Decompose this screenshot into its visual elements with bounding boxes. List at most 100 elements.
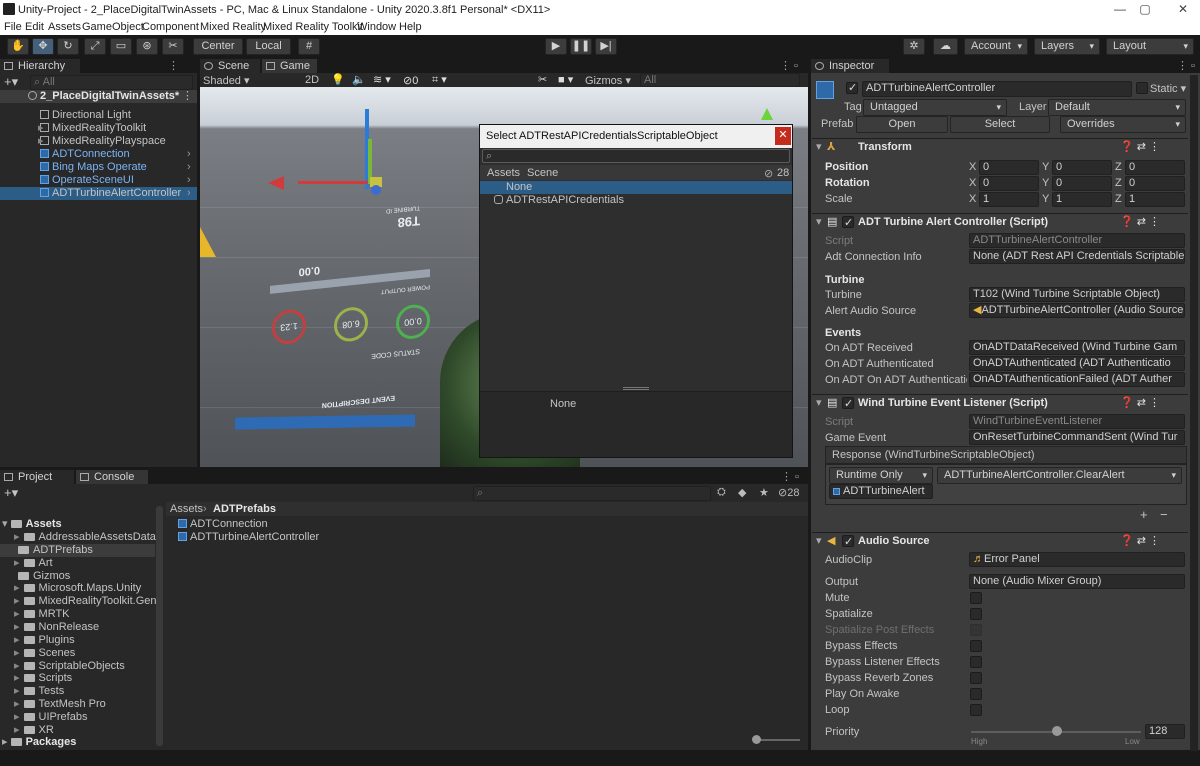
custom-tool-icon[interactable]: ✂ [162,38,184,55]
file-adtconnection[interactable]: ADTConnection [178,518,268,531]
hidden-packages-icon[interactable]: ⊘ [764,167,773,180]
method-dropdown[interactable]: ADTTurbineAlertController.ClearAlert [937,467,1182,484]
menu-edit[interactable]: Edit [25,21,44,33]
tree-packages-root[interactable]: ▸ Packages [2,736,162,749]
scene-menu-icon[interactable]: ⋮ ▫ [780,59,798,72]
hierarchy-search-input[interactable]: ⌕ All [30,75,193,90]
tag-dropdown[interactable]: Untagged [863,99,1007,116]
tree-folder[interactable]: ▸ Scenes [0,647,155,660]
output-field[interactable]: None (Audio Mixer Group) [969,574,1185,589]
shading-dropdown[interactable]: Shaded ▾ [203,74,250,87]
transform-header[interactable]: ▾ ⅄ Transform ❓ ⇄ ⋮ [812,138,1188,155]
tree-folder[interactable]: ▸ Microsoft.Maps.Unity [0,582,155,595]
transform-y-input[interactable]: 0 [1052,176,1112,191]
on-adt-auth-failed-field[interactable]: OnADTAuthenticationFailed (ADT Auther [969,372,1185,387]
pivot-center-button[interactable]: Center [193,38,243,55]
chevron-right-icon[interactable]: › [187,174,191,187]
close-icon[interactable]: ✕ [1168,1,1198,18]
dialog-item-none[interactable]: None [480,181,792,194]
inspector-menu-icon[interactable]: ⋮ ▫ [1177,59,1195,72]
event-listener-enabled-checkbox[interactable] [842,396,854,412]
step-button[interactable]: ▶| [595,38,617,55]
menu-component[interactable]: Component [142,21,199,33]
rotate-tool-icon[interactable]: ↻ [57,38,79,55]
transform-x-input[interactable]: 1 [979,192,1039,207]
rect-tool-icon[interactable]: ▭ [110,38,132,55]
hierarchy-item[interactable]: ADTConnection › [0,148,197,161]
audio-toggle-checkbox[interactable] [970,704,982,716]
audio-toggle-checkbox[interactable] [970,688,982,700]
on-adt-received-field[interactable]: OnADTDataReceived (Wind Turbine Gam [969,340,1185,355]
prefab-open-button[interactable]: Open [856,116,948,133]
menu-help[interactable]: Help [399,21,422,33]
breadcrumb-assets[interactable]: Assets [170,503,203,515]
transform-tool-icon[interactable]: ⊛ [136,38,158,55]
transform-z-input[interactable]: 1 [1125,192,1185,207]
hidden-packages-icon[interactable]: ⊘28 [778,486,799,499]
tab-project[interactable]: Project [0,470,74,484]
static-checkbox[interactable] [1136,82,1148,94]
adt-connection-field[interactable]: None (ADT Rest API Credentials Scriptabl… [969,249,1185,264]
orientation-y-icon[interactable] [761,108,773,120]
dialog-search-input[interactable]: ⌕ [482,149,790,163]
tree-folder[interactable]: ▸ Art [0,557,155,570]
audio-icon[interactable]: 🔈 [352,73,366,86]
transform-y-input[interactable]: 1 [1052,192,1112,207]
active-checkbox[interactable] [846,81,858,94]
tree-folder[interactable]: ADTPrefabs [0,543,155,557]
help-icon[interactable]: ❓ ⇄ ⋮ [1120,214,1160,230]
prefab-select-button[interactable]: Select [950,116,1050,133]
lighting-icon[interactable]: 💡 [331,73,345,86]
response-target-field[interactable]: ADTTurbineAlert [829,484,933,499]
transform-x-input[interactable]: 0 [979,176,1039,191]
project-add-icon[interactable]: +▾ [4,485,18,501]
tree-folder[interactable]: ▸ NonRelease [0,621,155,634]
tree-folder[interactable]: ▸ Plugins [0,634,155,647]
tab-console[interactable]: Console [76,470,148,484]
audio-toggle-checkbox[interactable] [970,656,982,668]
tab-scene[interactable]: Scene [200,59,260,73]
dialog-tab-scene[interactable]: Scene [527,167,558,179]
hierarchy-item[interactable]: Bing Maps Operate › [0,161,197,174]
hierarchy-item[interactable]: ▸ MixedRealityToolkit [0,122,197,135]
chevron-right-icon[interactable]: › [187,187,191,200]
panel-menu-icon[interactable]: ⋮ [168,59,179,72]
camera-icon[interactable]: ■ ▾ [558,73,573,86]
effects-icon[interactable]: ≋ ▾ [373,73,391,86]
splitter-handle-icon[interactable] [623,387,649,390]
filter-label-icon[interactable]: ◆ [738,486,746,499]
turbine-field[interactable]: T102 (Wind Turbine Scriptable Object) [969,287,1185,302]
collab-icon[interactable]: ✲ [903,38,925,55]
tab-inspector[interactable]: Inspector [811,59,889,73]
scene-menu-icon[interactable]: ⋮ [182,90,193,103]
maximize-icon[interactable]: ▢ [1130,1,1160,18]
tree-folder[interactable]: ▸ MixedRealityToolkit.Gen [0,595,157,608]
alert-controller-enabled-checkbox[interactable] [842,215,854,231]
overrides-dropdown[interactable]: Overrides [1060,116,1186,133]
audio-toggle-checkbox[interactable] [970,608,982,620]
transform-z-input[interactable]: 0 [1125,176,1185,191]
add-response-button[interactable]: + [1140,507,1148,522]
menu-window[interactable]: Window [357,21,396,33]
priority-slider-thumb[interactable] [1052,726,1062,736]
chevron-right-icon[interactable]: › [187,161,191,174]
dialog-close-icon[interactable]: ✕ [775,127,791,145]
menu-gameobject[interactable]: GameObject [82,21,144,33]
alert-controller-header[interactable]: ▾ ▤ ADT Turbine Alert Controller (Script) ❓… [812,213,1188,231]
layout-dropdown[interactable]: Layout [1106,38,1194,55]
alert-audio-field[interactable]: ◀ADTTurbineAlertController (Audio Source [969,303,1185,318]
create-add-icon[interactable]: +▾ [4,74,18,90]
scene-search-input[interactable]: All [640,73,800,87]
gizmo-x-arrow[interactable] [268,176,284,190]
help-icon[interactable]: ❓ ⇄ ⋮ [1120,395,1160,411]
inspector-scrollbar[interactable] [1190,75,1198,751]
hierarchy-item[interactable]: Directional Light [0,109,197,122]
on-adt-authenticated-field[interactable]: OnADTAuthenticated (ADT Authenticatio [969,356,1185,371]
tree-folder[interactable]: ▸ Tests [0,685,155,698]
pause-button[interactable]: ❚❚ [570,38,592,55]
gizmos-dropdown[interactable]: Gizmos ▾ [585,74,631,87]
expand-arrow-icon[interactable]: ▸ [38,135,44,148]
cloud-icon[interactable]: ☁ [933,38,958,55]
breadcrumb-adtprefabs[interactable]: ADTPrefabs [213,503,276,515]
menu-file[interactable]: File [4,21,22,33]
